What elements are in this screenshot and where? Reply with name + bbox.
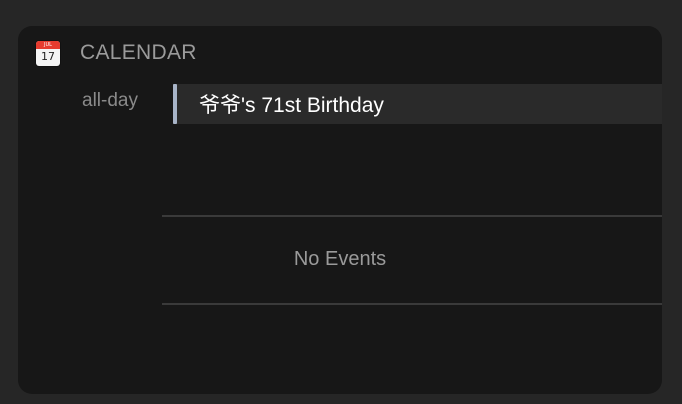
calendar-icon: JUL 17 — [36, 40, 60, 66]
all-day-event[interactable]: 爷爷's 71st Birthday — [173, 84, 662, 124]
widget-title: CALENDAR — [80, 41, 197, 64]
calendar-icon-month: JUL — [36, 40, 60, 49]
calendar-widget[interactable]: JUL 17 CALENDAR all-day 爷爷's 71st Birthd… — [18, 26, 662, 394]
divider-top — [162, 215, 662, 217]
widget-header: JUL 17 CALENDAR — [36, 40, 197, 66]
event-title: 爷爷's 71st Birthday — [199, 94, 384, 117]
divider-bottom — [162, 303, 662, 305]
event-color-bar — [173, 84, 177, 124]
no-events-text: No Events — [293, 248, 387, 270]
all-day-label: all-day — [82, 90, 138, 111]
calendar-icon-day: 17 — [41, 49, 55, 63]
